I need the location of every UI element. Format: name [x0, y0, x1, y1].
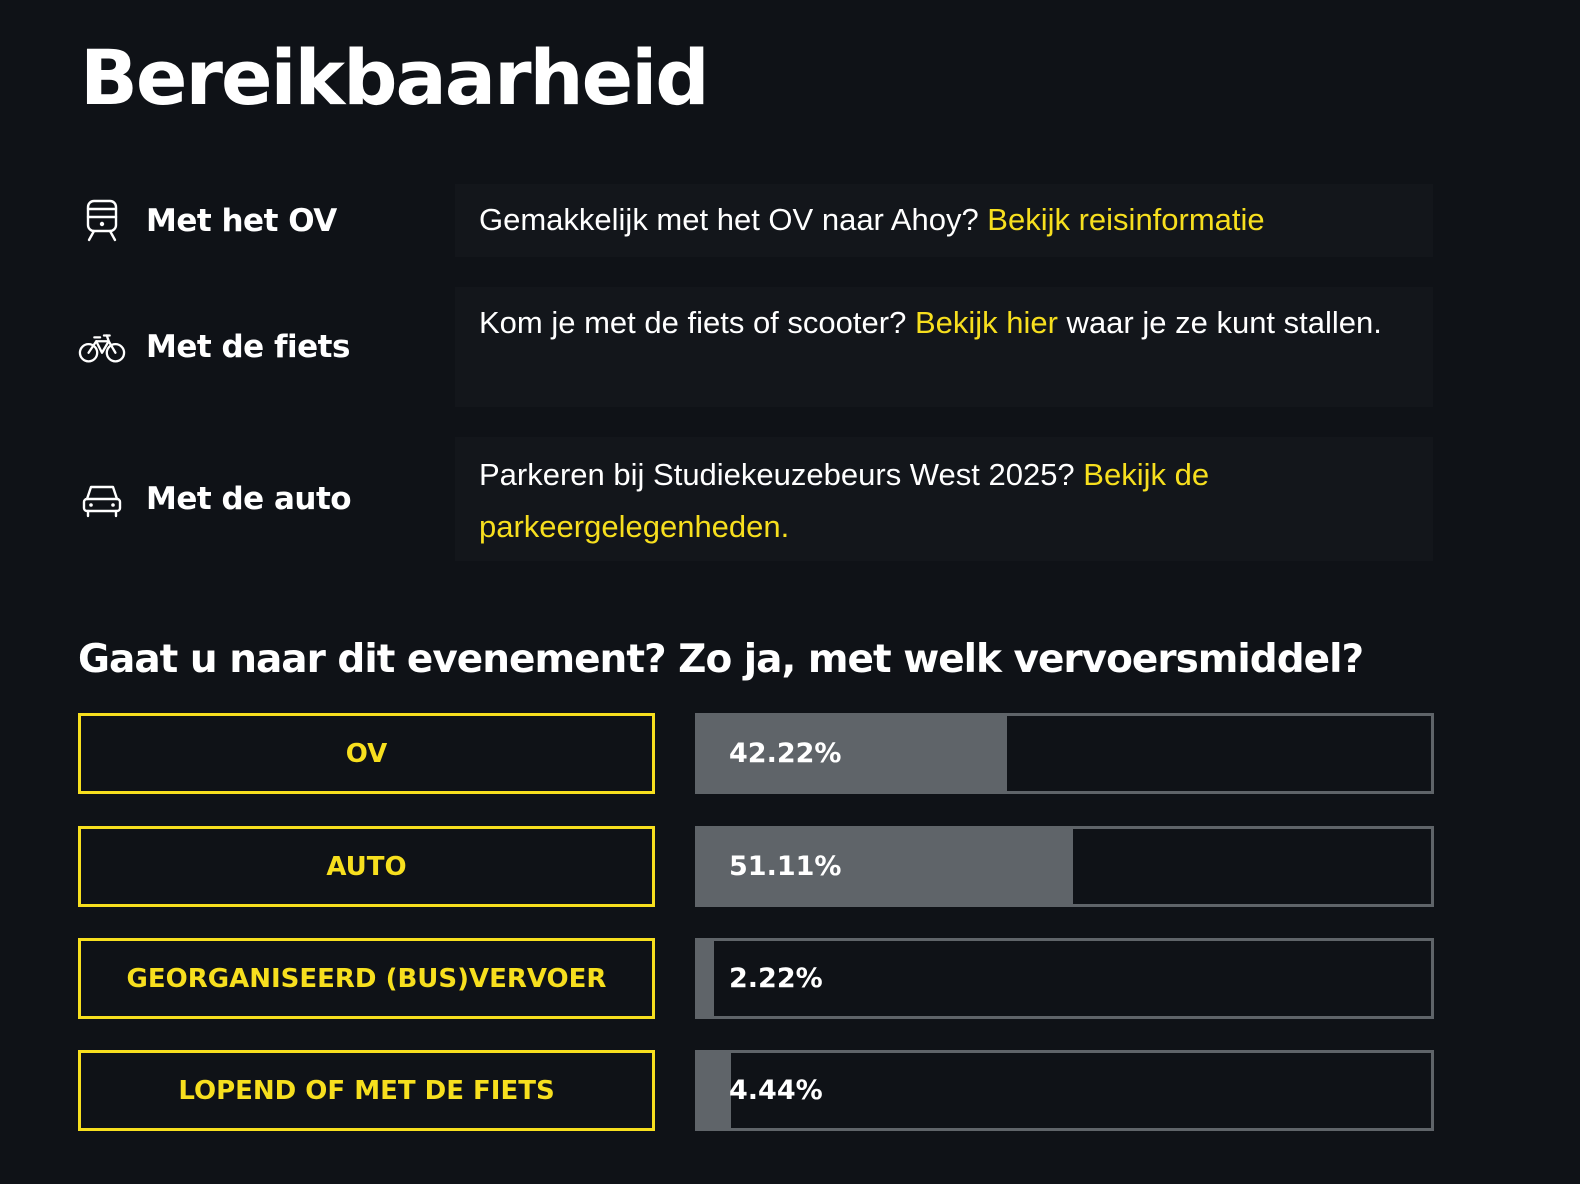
- poll-result-percent: 51.11%: [729, 851, 842, 882]
- poll-row: OV 42.22%: [78, 713, 1434, 794]
- poll-result-percent: 4.44%: [729, 1075, 823, 1106]
- poll-result-bar: 4.44%: [695, 1050, 1434, 1131]
- mode-label-text: Met het OV: [146, 203, 337, 239]
- poll-row: GEORGANISEERD (BUS)VERVOER 2.22%: [78, 938, 1434, 1019]
- poll-result-bar: 42.22%: [695, 713, 1434, 794]
- poll-result-bar: 51.11%: [695, 826, 1434, 907]
- mode-info-ov: Gemakkelijk met het OV naar Ahoy? Bekijk…: [455, 184, 1433, 257]
- poll-option-auto[interactable]: AUTO: [78, 826, 655, 907]
- travel-info-link[interactable]: Bekijk reisinformatie: [987, 202, 1264, 237]
- bike-icon: [78, 323, 126, 371]
- mode-info-text-after: waar je ze kunt stallen.: [1057, 305, 1382, 340]
- mode-info-text: Parkeren bij Studiekeuzebeurs West 2025?: [479, 457, 1084, 492]
- train-icon: [78, 197, 126, 245]
- poll-option-walk-bike[interactable]: LOPEND OF MET DE FIETS: [78, 1050, 655, 1131]
- poll-result-fill: [698, 941, 715, 1016]
- car-icon: [78, 475, 126, 523]
- poll-result-percent: 42.22%: [729, 738, 842, 769]
- mode-label-car: Met de auto: [78, 474, 352, 524]
- poll-result-percent: 2.22%: [729, 963, 823, 994]
- poll-option-ov[interactable]: OV: [78, 713, 655, 794]
- mode-label-bike: Met de fiets: [78, 322, 350, 372]
- mode-info-bike: Kom je met de fiets of scooter? Bekijk h…: [455, 287, 1433, 407]
- poll-question: Gaat u naar dit evenement? Zo ja, met we…: [78, 637, 1364, 682]
- mode-label-text: Met de fiets: [146, 329, 350, 365]
- page-title: Bereikbaarheid: [80, 33, 710, 122]
- mode-label-ov: Met het OV: [78, 196, 337, 246]
- poll-result-fill: [698, 1053, 731, 1128]
- poll-result-bar: 2.22%: [695, 938, 1434, 1019]
- mode-info-car: Parkeren bij Studiekeuzebeurs West 2025?…: [455, 437, 1433, 561]
- poll-option-bus[interactable]: GEORGANISEERD (BUS)VERVOER: [78, 938, 655, 1019]
- poll-row: LOPEND OF MET DE FIETS 4.44%: [78, 1050, 1434, 1131]
- mode-info-text: Kom je met de fiets of scooter?: [479, 305, 915, 340]
- mode-label-text: Met de auto: [146, 481, 352, 517]
- bike-parking-link[interactable]: Bekijk hier: [915, 305, 1058, 340]
- poll-row: AUTO 51.11%: [78, 826, 1434, 907]
- mode-info-text: Gemakkelijk met het OV naar Ahoy?: [479, 202, 988, 237]
